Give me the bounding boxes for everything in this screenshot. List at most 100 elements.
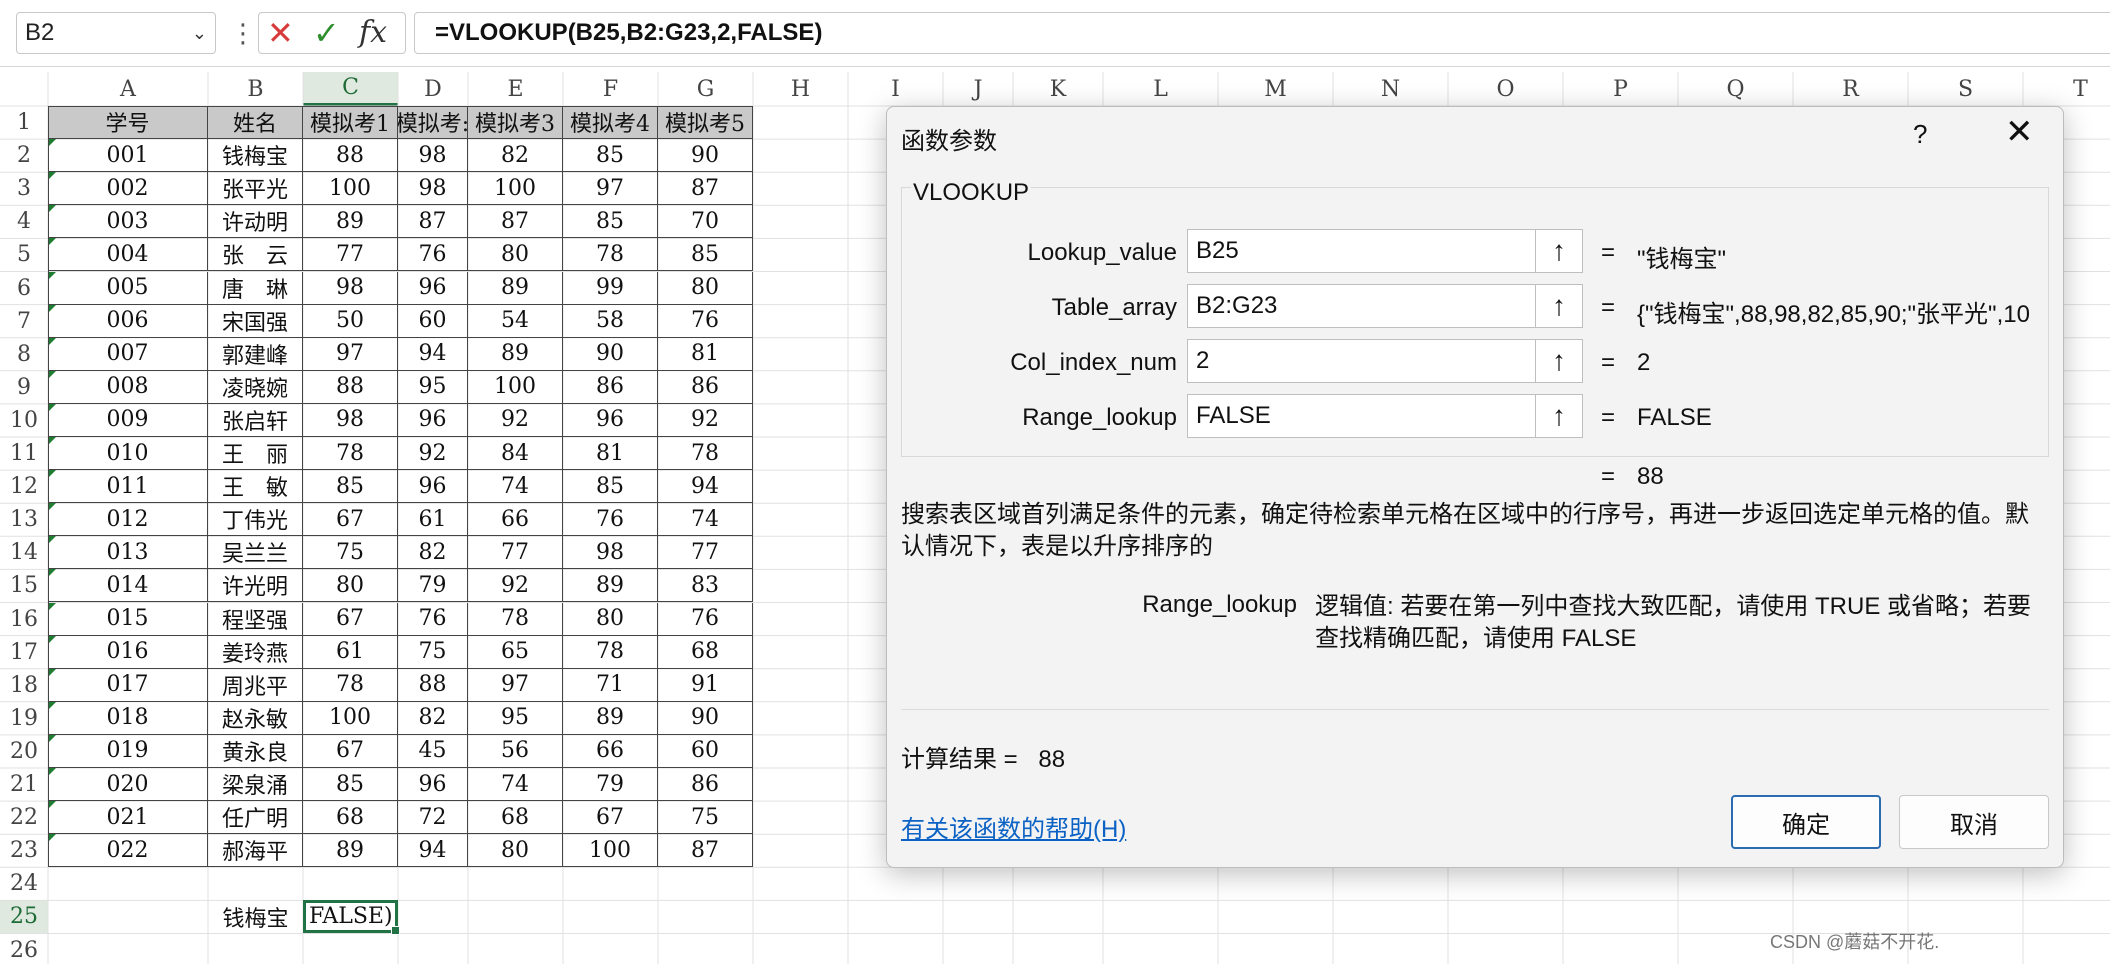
table-cell[interactable]: 100: [303, 172, 398, 206]
table-cell[interactable]: 018: [48, 701, 208, 735]
table-cell[interactable]: 78: [303, 668, 398, 702]
table-cell[interactable]: 郝海平: [208, 834, 303, 868]
table-cell[interactable]: 85: [563, 205, 658, 239]
table-cell[interactable]: 78: [658, 437, 753, 471]
table-cell[interactable]: 凌晓婉: [208, 370, 303, 404]
table-cell[interactable]: 82: [468, 139, 563, 173]
table-cell[interactable]: 98: [563, 536, 658, 570]
table-cell[interactable]: 86: [658, 768, 753, 802]
table-cell[interactable]: 014: [48, 569, 208, 603]
table-cell[interactable]: 68: [303, 801, 398, 835]
table-cell[interactable]: 95: [398, 370, 468, 404]
table-cell[interactable]: 81: [658, 337, 753, 371]
table-cell[interactable]: 66: [468, 503, 563, 537]
table-cell[interactable]: 85: [563, 470, 658, 504]
table-cell[interactable]: 89: [563, 569, 658, 603]
table-cell[interactable]: 程坚强: [208, 602, 303, 636]
table-cell[interactable]: 003: [48, 205, 208, 239]
table-cell[interactable]: 82: [398, 536, 468, 570]
table-cell[interactable]: 022: [48, 834, 208, 868]
table-cell[interactable]: 82: [398, 701, 468, 735]
table-cell[interactable]: 98: [398, 172, 468, 206]
table-cell[interactable]: 010: [48, 437, 208, 471]
collapse-dialog-icon[interactable]: ↑: [1535, 340, 1582, 382]
table-cell[interactable]: 76: [398, 238, 468, 272]
table-cell[interactable]: 91: [658, 668, 753, 702]
table-cell[interactable]: 74: [468, 470, 563, 504]
table-cell[interactable]: 89: [303, 205, 398, 239]
table-cell[interactable]: 郭建峰: [208, 337, 303, 371]
table-cell[interactable]: 100: [468, 172, 563, 206]
function-help-link[interactable]: 有关该函数的帮助(H): [901, 809, 1126, 844]
ok-button[interactable]: 确定: [1731, 795, 1881, 849]
table-cell[interactable]: 61: [398, 503, 468, 537]
table-cell[interactable]: 72: [398, 801, 468, 835]
table-cell[interactable]: 钱梅宝: [208, 139, 303, 173]
arg-input-col_index_num[interactable]: 2 ↑: [1187, 339, 1583, 383]
table-cell[interactable]: 58: [563, 304, 658, 338]
table-cell[interactable]: 008: [48, 370, 208, 404]
collapse-dialog-icon[interactable]: ↑: [1535, 395, 1582, 437]
table-cell[interactable]: 89: [468, 271, 563, 305]
table-cell[interactable]: 020: [48, 768, 208, 802]
table-cell[interactable]: 88: [398, 668, 468, 702]
table-cell[interactable]: 许动明: [208, 205, 303, 239]
table-cell[interactable]: 76: [658, 602, 753, 636]
table-cell[interactable]: 60: [398, 304, 468, 338]
table-header-cell[interactable]: 模拟考5: [658, 106, 753, 140]
table-cell[interactable]: 94: [398, 337, 468, 371]
arg-input-lookup_value[interactable]: B25 ↑: [1187, 229, 1583, 273]
table-cell[interactable]: 80: [563, 602, 658, 636]
table-cell[interactable]: 王 敏: [208, 470, 303, 504]
table-cell[interactable]: 005: [48, 271, 208, 305]
collapse-dialog-icon[interactable]: ↑: [1535, 230, 1582, 272]
table-cell[interactable]: 012: [48, 503, 208, 537]
table-cell[interactable]: 65: [468, 635, 563, 669]
table-cell[interactable]: 67: [303, 503, 398, 537]
table-cell[interactable]: 89: [303, 834, 398, 868]
table-cell[interactable]: 92: [468, 403, 563, 437]
table-header-cell[interactable]: 学号: [48, 106, 208, 140]
table-cell[interactable]: 丁伟光: [208, 503, 303, 537]
table-cell[interactable]: 50: [303, 304, 398, 338]
table-cell[interactable]: 007: [48, 337, 208, 371]
table-cell[interactable]: 84: [468, 437, 563, 471]
table-cell[interactable]: 张平光: [208, 172, 303, 206]
cancel-button[interactable]: 取消: [1899, 795, 2049, 849]
table-cell[interactable]: 017: [48, 668, 208, 702]
table-cell[interactable]: 92: [658, 403, 753, 437]
table-cell[interactable]: 88: [303, 139, 398, 173]
arg-input-range_lookup[interactable]: FALSE ↑: [1187, 394, 1583, 438]
table-cell[interactable]: 98: [398, 139, 468, 173]
table-cell[interactable]: 98: [303, 271, 398, 305]
table-cell[interactable]: 76: [398, 602, 468, 636]
table-cell[interactable]: 87: [658, 172, 753, 206]
table-cell[interactable]: 97: [563, 172, 658, 206]
table-cell[interactable]: 98: [303, 403, 398, 437]
table-cell[interactable]: 94: [398, 834, 468, 868]
table-cell[interactable]: 75: [658, 801, 753, 835]
table-cell[interactable]: 76: [563, 503, 658, 537]
table-cell[interactable]: 68: [468, 801, 563, 835]
table-cell[interactable]: 015: [48, 602, 208, 636]
formula-input[interactable]: =VLOOKUP(B25,B2:G23,2,FALSE): [414, 12, 2110, 54]
table-cell[interactable]: 76: [658, 304, 753, 338]
table-cell[interactable]: 宋国强: [208, 304, 303, 338]
table-header-cell[interactable]: 模拟考3: [468, 106, 563, 140]
insert-function-icon[interactable]: fx: [359, 15, 387, 50]
table-cell[interactable]: 85: [303, 768, 398, 802]
table-cell[interactable]: 75: [303, 536, 398, 570]
table-cell[interactable]: 80: [468, 238, 563, 272]
table-cell[interactable]: 75: [398, 635, 468, 669]
collapse-dialog-icon[interactable]: ↑: [1535, 285, 1582, 327]
table-cell[interactable]: 74: [468, 768, 563, 802]
table-cell[interactable]: 79: [398, 569, 468, 603]
cancel-icon[interactable]: ✕: [267, 17, 294, 49]
table-header-cell[interactable]: 姓名: [208, 106, 303, 140]
table-cell[interactable]: 90: [563, 337, 658, 371]
table-cell[interactable]: 80: [468, 834, 563, 868]
table-cell[interactable]: 姜玲燕: [208, 635, 303, 669]
table-cell[interactable]: 77: [658, 536, 753, 570]
table-cell[interactable]: 71: [563, 668, 658, 702]
table-cell[interactable]: 85: [658, 238, 753, 272]
